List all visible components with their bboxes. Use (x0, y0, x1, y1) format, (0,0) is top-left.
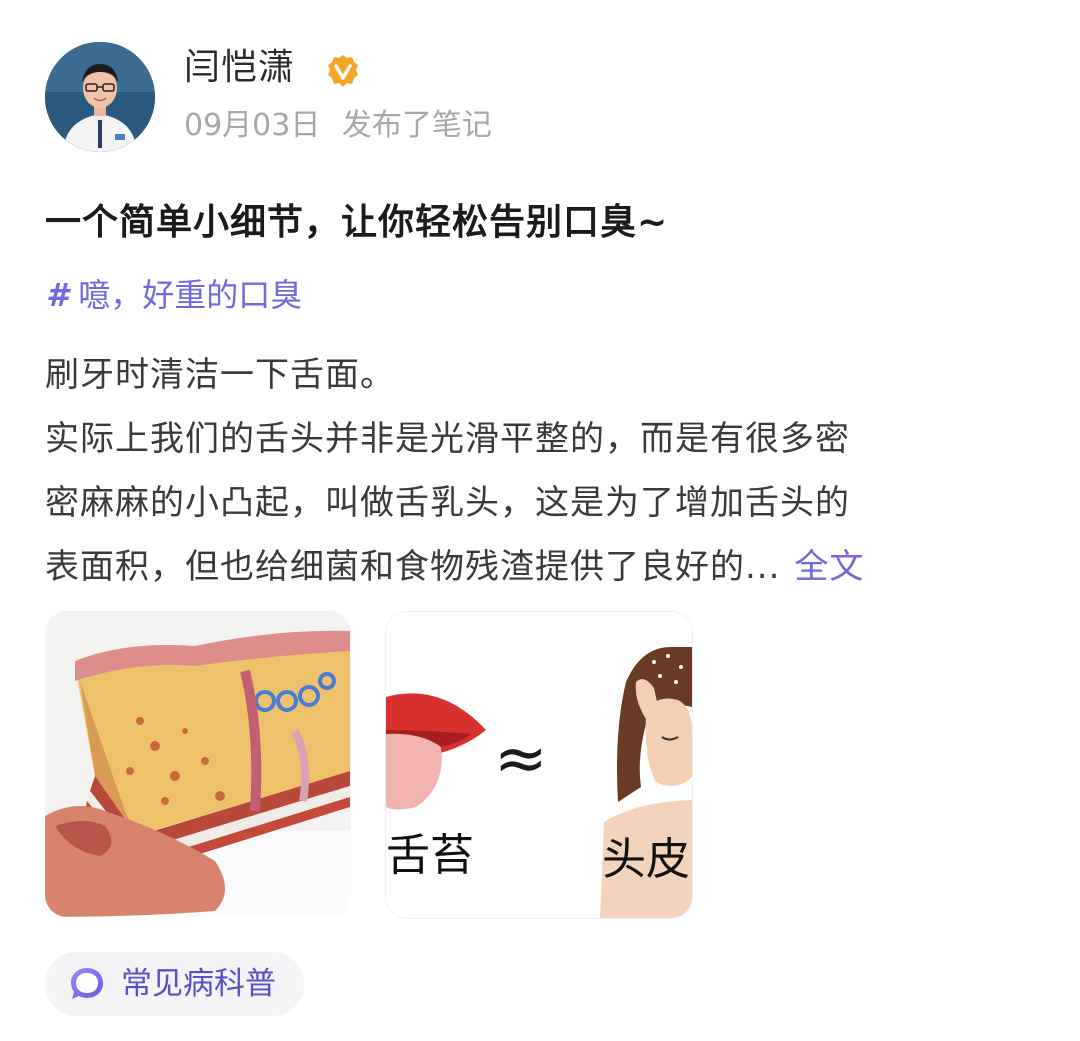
verified-icon (328, 55, 358, 87)
tongue-coating-illustration: ≈ 舌苔 头皮 (386, 612, 692, 918)
approx-symbol: ≈ (494, 722, 548, 796)
post-title[interactable]: 一个简单小细节，让你轻松告别口臭~ (45, 197, 668, 249)
post-body[interactable]: 刷牙时清洁一下舌面。 实际上我们的舌头并非是光滑平整的，而是有很多密 密麻麻的小… (45, 343, 1010, 599)
avatar-photo (45, 42, 155, 152)
image-tongue-model[interactable] (45, 611, 351, 917)
topic-label: 噫，好重的口臭 (78, 276, 303, 314)
body-line-text: 表面积，但也给细菌和食物残渣提供了良好的... (45, 547, 781, 587)
hash-icon: # (46, 276, 69, 314)
body-line-last: 表面积，但也给细菌和食物残渣提供了良好的... 全文 (45, 535, 1010, 599)
topic-tag[interactable]: # 噫，好重的口臭 (46, 272, 302, 318)
body-line: 密麻麻的小凸起，叫做舌乳头，这是为了增加舌头的 (45, 483, 850, 523)
tongue-model-illustration (45, 611, 351, 917)
category-chip[interactable]: 常见病科普 (45, 952, 304, 1016)
author-name[interactable]: 闫恺潇 (184, 46, 295, 90)
chat-bubble-icon (71, 968, 103, 999)
full-text-link[interactable]: 全文 (794, 547, 864, 587)
body-line: 刷牙时清洁一下舌面。 (45, 355, 395, 395)
body-line: 实际上我们的舌头并非是光滑平整的，而是有很多密 (45, 419, 850, 459)
category-label: 常见病科普 (121, 966, 276, 1002)
label-tongue-coating: 舌苔 (386, 830, 474, 881)
author-avatar[interactable] (45, 42, 155, 152)
image-tongue-coating-comparison[interactable]: ≈ 舌苔 头皮 (385, 611, 693, 919)
label-dandruff: 头皮 (602, 834, 690, 885)
post-action: 发布了笔记 (341, 108, 492, 143)
post-date: 09月03日 (184, 108, 321, 143)
post-meta: 09月03日 发布了笔记 (184, 106, 492, 146)
